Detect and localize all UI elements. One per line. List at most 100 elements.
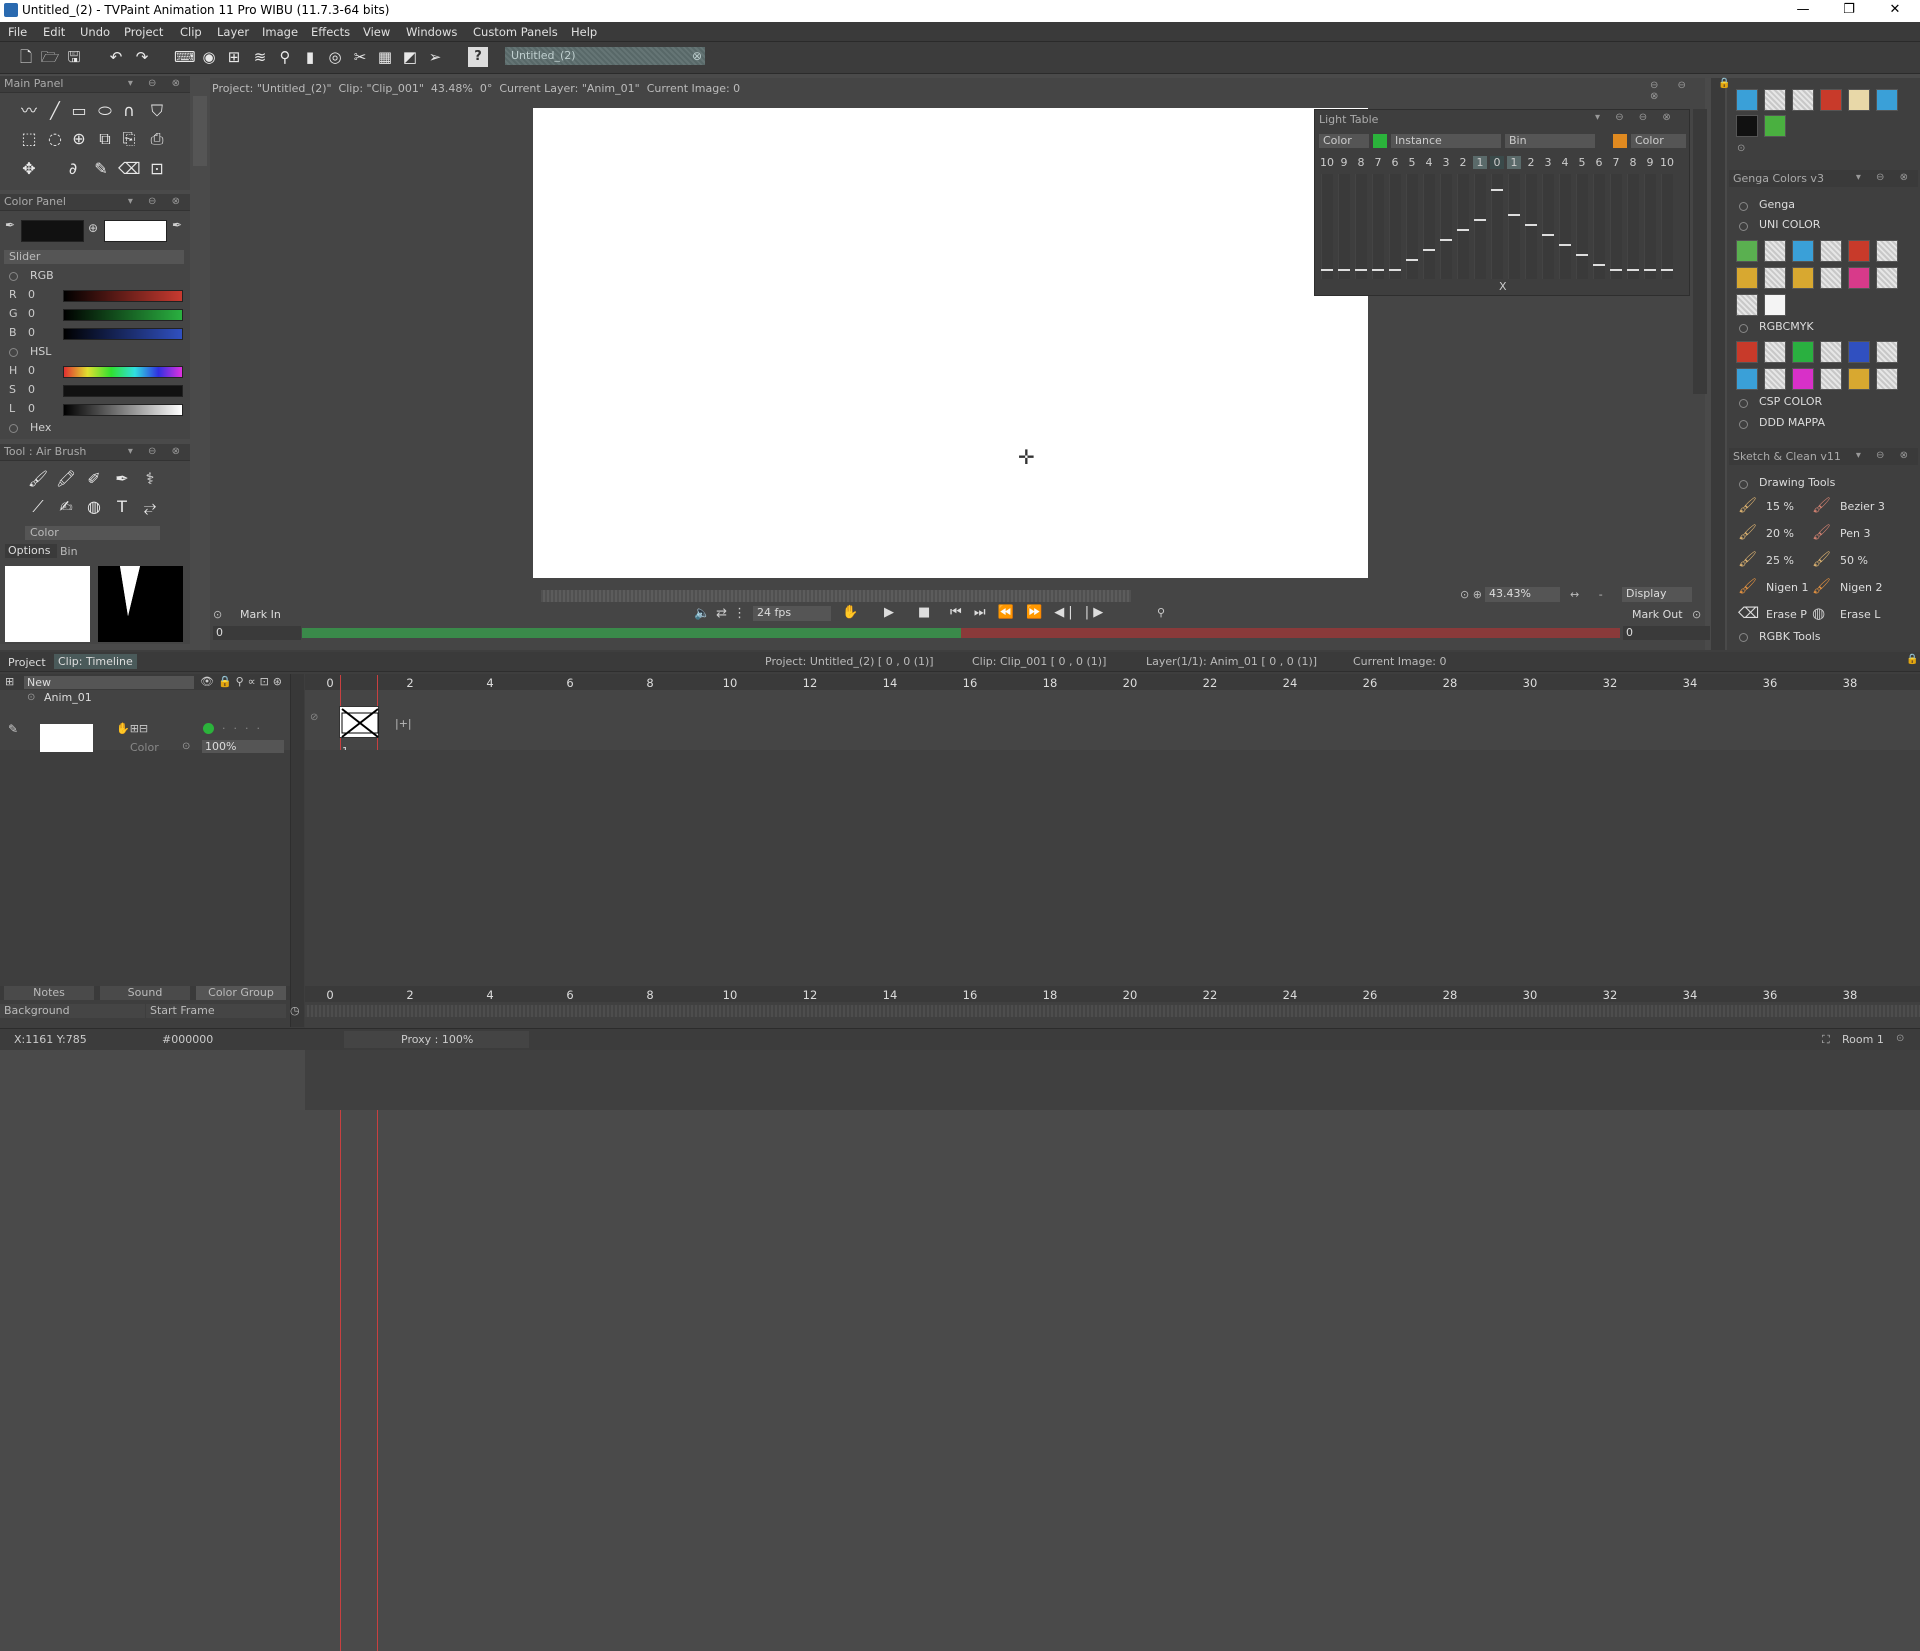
lt-color-select[interactable]: Color (1319, 134, 1369, 148)
lens-icon[interactable]: ◎ (325, 47, 345, 67)
layer-visibility-controls-icon[interactable]: 👁🔒⚲∝⊡⊛ (200, 675, 286, 688)
grid-icon[interactable]: ▦ (375, 47, 395, 67)
drawing-canvas[interactable]: ✛ (533, 108, 1368, 578)
end-frame-field[interactable]: 0 (1623, 626, 1710, 640)
rgbcmyk-swatch[interactable] (1792, 368, 1814, 390)
color-wheel-icon[interactable]: ◉ (199, 47, 219, 67)
lt-opacity-slider[interactable] (1576, 174, 1588, 279)
lt-opacity-slider[interactable] (1423, 174, 1435, 279)
eraser-preset-icon[interactable]: ⌫ (1738, 604, 1759, 622)
slider-s[interactable]: S0 (0, 381, 190, 399)
csp-color-radio[interactable] (1739, 399, 1748, 408)
lt-frame-number[interactable]: 3 (1541, 156, 1555, 169)
keyboard-icon[interactable]: ⌨ (174, 47, 196, 67)
close-tab-icon[interactable]: ⊗ (687, 46, 707, 66)
lt-opacity-slider[interactable] (1457, 174, 1469, 279)
transport-controls-icon[interactable]: ⏮ ⏭ ⏪ ⏩ ◀| |▶ (950, 605, 1107, 620)
rgbcmyk-swatch[interactable] (1848, 341, 1870, 363)
undo-icon[interactable]: ↶ (106, 47, 126, 67)
right-scrollbar[interactable] (1693, 109, 1707, 394)
lt-frame-number[interactable]: 10 (1660, 156, 1674, 169)
left-scrollbar[interactable] (193, 96, 207, 166)
tab-project[interactable]: Project (8, 656, 46, 669)
lt-color-swatch[interactable] (1373, 134, 1387, 148)
slider-h-value[interactable]: 0 (28, 364, 35, 377)
color-swatch[interactable] (1820, 89, 1842, 111)
timeline-empty-area[interactable] (305, 750, 1920, 1110)
layer-dots-icon[interactable]: ···· (222, 722, 268, 735)
move-icon[interactable]: ✥ (18, 158, 40, 180)
secondary-color-swatch[interactable] (104, 220, 167, 242)
uni-color-swatch[interactable] (1764, 294, 1786, 316)
lt-opacity-slider[interactable] (1525, 174, 1537, 279)
panel-controls-icon[interactable]: ▾ ⊖ ⊗ (1856, 450, 1914, 461)
slider-mode-select[interactable]: Slider (4, 250, 184, 264)
slider-g-value[interactable]: 0 (28, 307, 35, 320)
preset-50[interactable]: 50 % (1840, 554, 1868, 567)
uni-color-swatch[interactable] (1876, 240, 1898, 262)
lt-frame-number[interactable]: 6 (1592, 156, 1606, 169)
brush-preset-icon[interactable]: 🖌 (1738, 523, 1757, 541)
uni-color-swatch[interactable] (1792, 240, 1814, 262)
redo-icon[interactable]: ↷ (132, 47, 152, 67)
light-table-controls-icon[interactable]: ▾ ⊖ ⊖ ⊗ (1595, 112, 1677, 123)
preset-erase-l[interactable]: Erase L (1840, 608, 1880, 621)
layer-edit-icon[interactable]: ✎ (8, 722, 18, 736)
swap-colors-icon[interactable]: ⊕ (88, 221, 98, 235)
new-layer-icon[interactable]: ⊞ (5, 675, 14, 688)
genga-radio[interactable] (1739, 202, 1748, 211)
menu-file[interactable]: File (8, 25, 27, 39)
timeline-slider[interactable] (302, 628, 1620, 638)
smudge-icon[interactable]: ✍ (55, 496, 77, 518)
slider-g[interactable]: G0 (0, 305, 190, 323)
eyedropper-icon[interactable]: ✒ (172, 218, 182, 232)
help-icon[interactable]: ? (468, 47, 488, 67)
slider-l[interactable]: L0 (0, 400, 190, 418)
rgbcmyk-swatch[interactable] (1820, 368, 1842, 390)
lt-frame-number[interactable]: 7 (1609, 156, 1623, 169)
slider-b[interactable]: B0 (0, 324, 190, 342)
menu-undo[interactable]: Undo (80, 25, 110, 39)
timeline-lock-icon[interactable]: 🔒 (1906, 654, 1918, 665)
marker-icon[interactable]: 🖍 (55, 468, 77, 490)
menu-view[interactable]: View (363, 25, 390, 39)
slider-h[interactable]: H0 (0, 362, 190, 380)
lt-frame-number[interactable]: 1 (1473, 156, 1487, 169)
tab-color-group[interactable]: Color Group (196, 986, 286, 1000)
rgbcmyk-swatch[interactable] (1764, 368, 1786, 390)
opacity-field[interactable]: 100% (202, 740, 284, 753)
eraser-icon[interactable]: ⌫ (118, 158, 141, 180)
tab-bin[interactable]: Bin (60, 545, 78, 558)
menu-edit[interactable]: Edit (43, 25, 65, 39)
new-layer-select[interactable]: New (24, 676, 194, 689)
lt-opacity-slider[interactable] (1559, 174, 1571, 279)
select-rect-icon[interactable]: ⬚ (18, 128, 40, 150)
select-ellipse-icon[interactable]: ◌ (44, 128, 66, 150)
lt-opacity-slider[interactable] (1338, 174, 1350, 279)
uni-color-swatch[interactable] (1792, 267, 1814, 289)
panel-controls-icon[interactable]: ▾ ⊖ ⊗ (1856, 172, 1914, 183)
fps-select[interactable]: 24 fps (753, 606, 831, 621)
start-frame-field[interactable]: 0 (213, 626, 301, 640)
ddd-mappa-radio[interactable] (1739, 420, 1748, 429)
rgbcmyk-swatch[interactable] (1736, 368, 1758, 390)
lt-opacity-slider[interactable] (1406, 174, 1418, 279)
hsl-radio[interactable] (9, 348, 18, 357)
text-icon[interactable]: T (111, 496, 133, 518)
transform-icon[interactable]: ⊡ (146, 158, 168, 180)
settings-radio-icon[interactable]: ⊙ (1737, 143, 1745, 154)
slider-l-value[interactable]: 0 (28, 402, 35, 415)
lt-frame-number[interactable]: 8 (1354, 156, 1368, 169)
zoom-field[interactable]: 43.43% (1485, 587, 1560, 602)
marker-pin-icon[interactable]: ⚲ (1157, 606, 1165, 619)
rgbcmyk-swatch[interactable] (1876, 368, 1898, 390)
preset-bezier-3[interactable]: Bezier 3 (1840, 500, 1885, 513)
menu-clip[interactable]: Clip (180, 25, 202, 39)
magic-wand-icon[interactable]: ⊕ (68, 128, 90, 150)
uni-color-swatch[interactable] (1848, 267, 1870, 289)
blend-mode-label[interactable]: Color (130, 741, 159, 754)
uni-color-swatch[interactable] (1764, 240, 1786, 262)
lt-opacity-slider[interactable] (1661, 174, 1673, 279)
lt-opacity-slider[interactable] (1474, 174, 1486, 279)
uni-color-swatch[interactable] (1848, 240, 1870, 262)
